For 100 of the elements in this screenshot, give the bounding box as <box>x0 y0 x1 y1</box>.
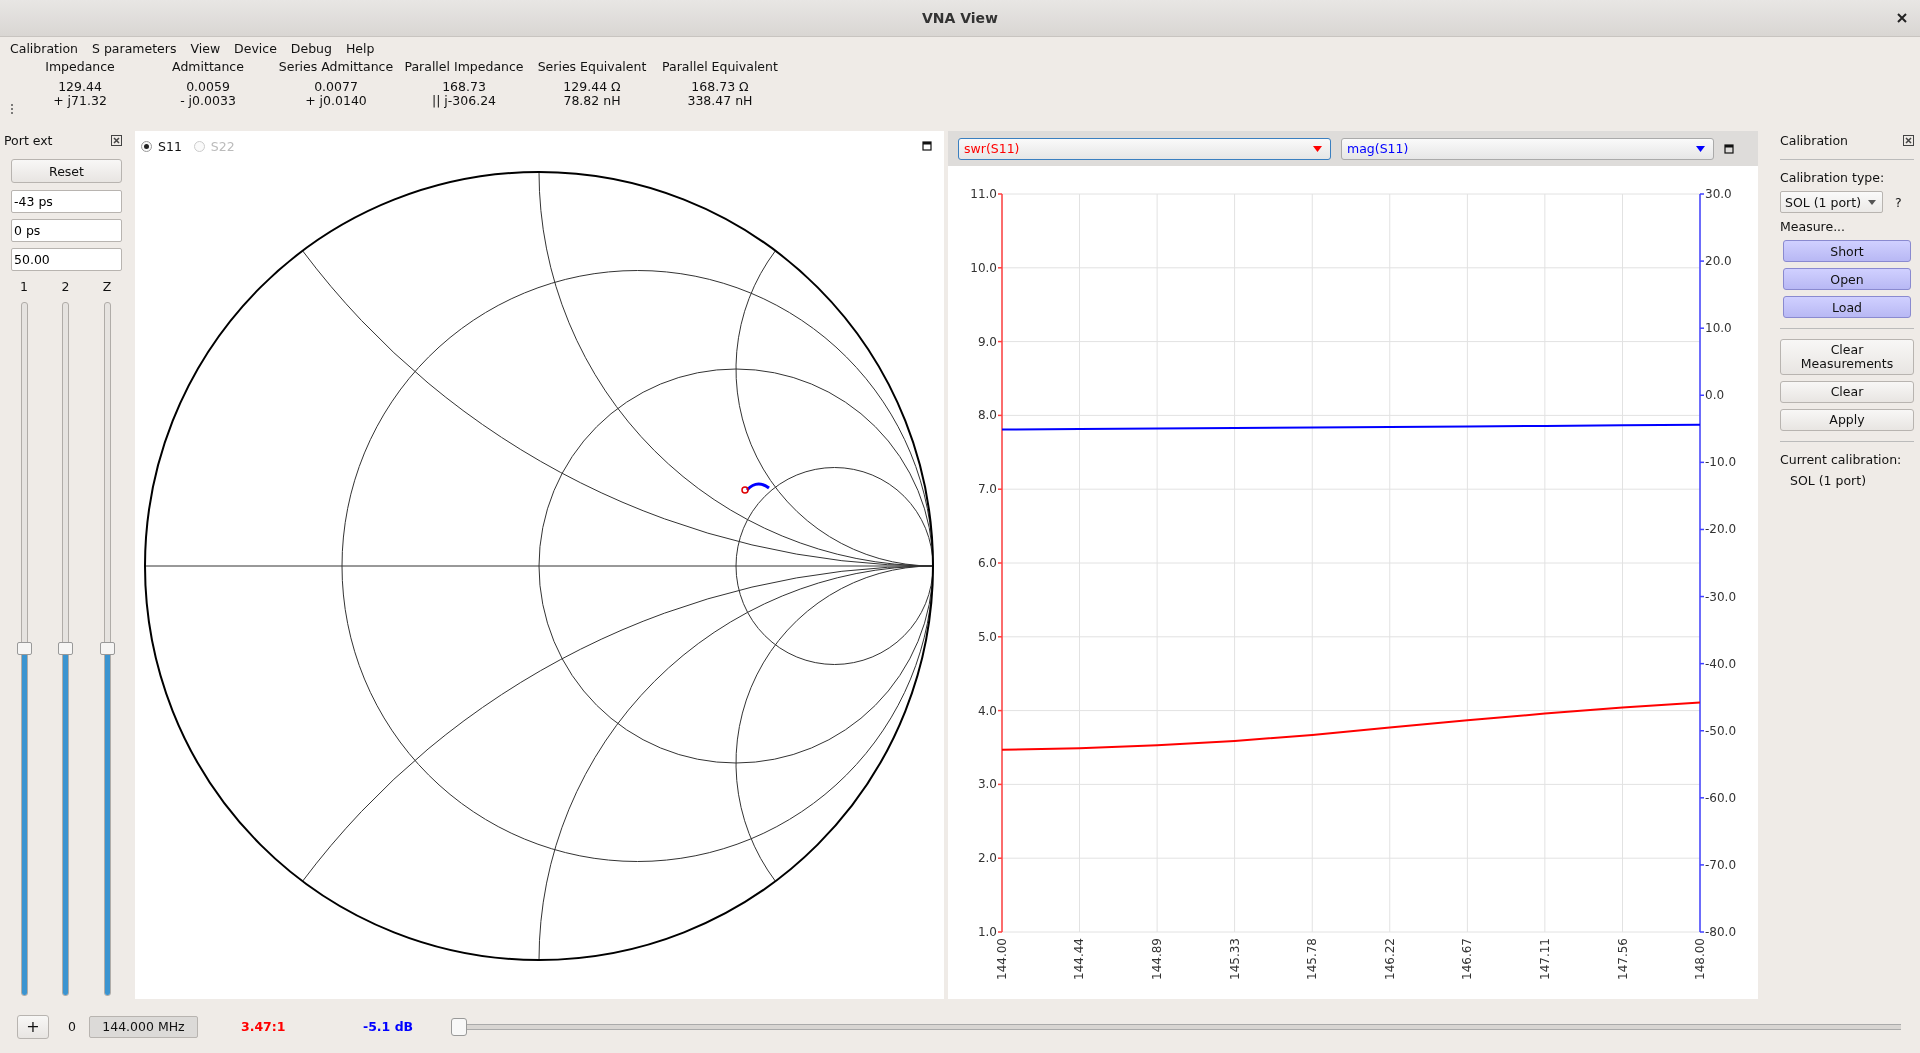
axis-label: 6.0 <box>977 556 997 570</box>
close-icon[interactable] <box>1896 12 1908 24</box>
swr-reading: 3.47:1 <box>240 1019 287 1034</box>
panel-title: Calibration <box>1780 132 1848 148</box>
input-field[interactable]: -43 ps <box>11 190 122 213</box>
readout-label: Parallel Equivalent <box>662 59 778 74</box>
axis-label: 147.56 <box>1615 938 1630 980</box>
axis-label: 148.00 <box>1693 938 1707 980</box>
help-link[interactable]: ? <box>1895 194 1902 210</box>
trace-line <box>745 482 770 492</box>
current-calibration-value: SOL (1 port) <box>1789 473 1867 488</box>
panel-title: Port ext <box>4 132 53 148</box>
action-button[interactable]: Apply <box>1780 409 1914 431</box>
axis-label: -80.0 <box>1705 925 1737 939</box>
menu-item[interactable]: S parameters <box>85 38 184 58</box>
slider-handle[interactable] <box>450 1017 467 1036</box>
field-label: Calibration type: <box>1780 170 1886 185</box>
axis-label: -20.0 <box>1705 522 1737 537</box>
maximize-icon[interactable] <box>1724 143 1734 154</box>
input-field[interactable]: 0 ps <box>11 219 122 242</box>
readout-value: - j0.0033 <box>180 94 236 108</box>
readout-value: 0.0059 <box>186 80 230 94</box>
axis-label: 30.0 <box>1705 187 1732 201</box>
readout-value: + j71.32 <box>53 94 107 108</box>
menu-item[interactable]: Help <box>338 38 382 58</box>
close-icon[interactable] <box>1903 134 1914 146</box>
axis-label: 0.0 <box>1705 388 1725 403</box>
close-icon[interactable] <box>111 134 122 146</box>
measure-button[interactable]: Open <box>1783 268 1911 290</box>
field-label: Current calibration: <box>1780 452 1903 467</box>
marker-dot <box>741 486 749 494</box>
maximize-icon[interactable] <box>922 141 932 151</box>
readout-value: 338.47 nH <box>687 94 753 108</box>
axis-label: -30.0 <box>1705 589 1737 604</box>
window-title: VNA View <box>921 10 999 26</box>
input-field[interactable]: 50.00 <box>11 248 122 271</box>
section-label: Measure... <box>1780 219 1847 234</box>
axis-label: -50.0 <box>1705 723 1737 738</box>
measure-button[interactable]: Short <box>1783 240 1911 262</box>
readout-value: 168.73 Ω <box>691 80 749 94</box>
grip-icon[interactable] <box>10 103 14 115</box>
radio-button[interactable]: S11 <box>141 138 182 154</box>
menu-item[interactable]: Debug <box>283 38 339 58</box>
slider-handle[interactable] <box>16 642 32 655</box>
readout-label: Series Equivalent <box>537 59 647 74</box>
frequency-field[interactable]: 144.000 MHz <box>88 1015 198 1038</box>
axis-label: 147.11 <box>1537 938 1552 980</box>
calibration-type-dropdown[interactable]: SOL (1 port) <box>1780 191 1883 213</box>
axis-label: 9.0 <box>977 334 997 349</box>
axis-label: 146.22 <box>1382 938 1397 980</box>
axis-label: 2.0 <box>977 851 997 866</box>
axis-label: 7.0 <box>977 482 997 497</box>
magnitude-reading: -5.1 dB <box>362 1019 415 1034</box>
slider-handle[interactable] <box>58 642 73 655</box>
readout-value: + j0.0140 <box>305 94 367 108</box>
reset-button[interactable]: Reset <box>11 159 122 183</box>
readout-value: 78.82 nH <box>563 94 621 108</box>
caret-icon <box>1313 145 1322 152</box>
action-button[interactable]: Clear <box>1780 381 1914 403</box>
menu-item[interactable]: Device <box>227 38 284 58</box>
readout-label: Admittance <box>172 59 244 74</box>
trace-dropdown[interactable]: swr(S11) <box>958 137 1331 160</box>
axis-label: 3.0 <box>977 777 997 792</box>
menu-item[interactable]: View <box>183 38 228 58</box>
axis-label: -10.0 <box>1705 455 1737 470</box>
readout-value: || j-306.24 <box>431 94 497 108</box>
add-marker-button[interactable]: + <box>17 1014 49 1039</box>
readout-value: 129.44 <box>58 80 102 94</box>
axis-label: 145.78 <box>1305 938 1320 980</box>
axis-label: -60.0 <box>1705 790 1737 805</box>
axis-label: 8.0 <box>977 408 997 423</box>
readout-label: Impedance <box>45 59 115 74</box>
axis-label: 1.0 <box>977 925 997 939</box>
slider-label: Z <box>102 279 112 294</box>
action-button[interactable]: Clear Measurements <box>1780 339 1914 375</box>
axis-label: 145.33 <box>1227 938 1242 980</box>
axis-label: -40.0 <box>1705 656 1737 671</box>
slider-label: 2 <box>61 279 70 294</box>
axis-label: 146.67 <box>1460 938 1475 980</box>
axis-label: 5.0 <box>977 629 997 644</box>
axis-label: 10.0 <box>1705 321 1732 336</box>
readout-label: Parallel Impedance <box>404 59 524 74</box>
readout-value: 0.0077 <box>314 80 358 94</box>
axis-label: 144.44 <box>1072 938 1087 980</box>
readout-label: Series Admittance <box>278 59 394 74</box>
axis-label: 144.89 <box>1150 938 1165 980</box>
readout-value: 129.44 Ω <box>563 80 621 94</box>
slider-handle[interactable] <box>99 642 115 655</box>
trace-dropdown[interactable]: mag(S11) <box>1341 137 1714 160</box>
axis-label: 20.0 <box>1705 254 1732 269</box>
marker-index: 0 <box>68 1019 76 1034</box>
axis-label: 4.0 <box>977 703 997 718</box>
axis-label: 11.0 <box>970 187 997 201</box>
caret-icon <box>1696 145 1705 152</box>
measure-button[interactable]: Load <box>1783 296 1911 318</box>
axis-label: 144.00 <box>995 938 1009 980</box>
menu-item[interactable]: Calibration <box>3 38 85 58</box>
axis-label: -70.0 <box>1705 857 1737 872</box>
slider-label: 1 <box>20 279 28 294</box>
axis-label: 10.0 <box>970 260 997 275</box>
